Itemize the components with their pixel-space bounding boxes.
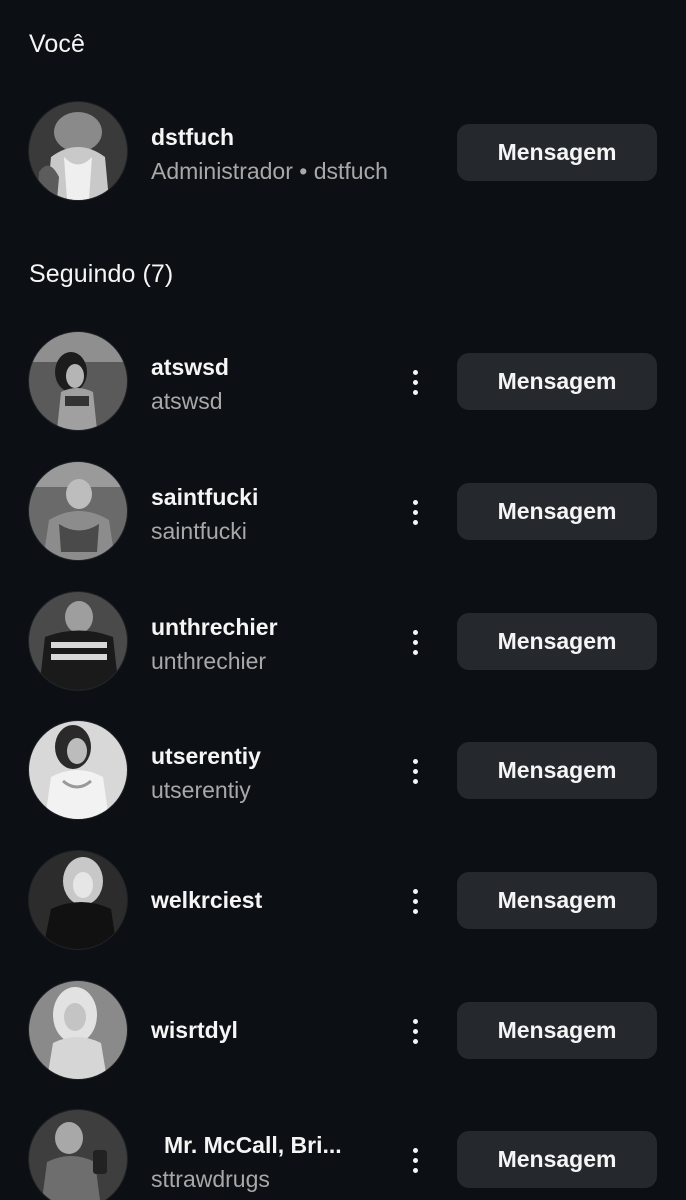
message-button[interactable]: Mensagem <box>457 124 657 181</box>
display-name: Mr. McCall, Bri... <box>164 1132 342 1158</box>
current-user-row: dstfuch Administrador • dstfuch Mensagem <box>0 102 686 202</box>
list-item: welkrciest Mensagem <box>0 851 686 951</box>
avatar-photo <box>29 851 127 949</box>
user-subtitle: sttrawdrugs <box>151 1166 270 1192</box>
username: saintfucki <box>151 484 259 510</box>
avatar-photo <box>29 462 127 560</box>
avatar[interactable] <box>29 332 127 430</box>
message-button[interactable]: Mensagem <box>457 1002 657 1059</box>
more-vertical-icon[interactable] <box>400 749 430 793</box>
message-button[interactable]: Mensagem <box>457 353 657 410</box>
avatar-photo <box>29 592 127 690</box>
username: dstfuch <box>151 124 235 150</box>
more-vertical-icon[interactable] <box>400 360 430 404</box>
message-button[interactable]: Mensagem <box>457 613 657 670</box>
message-button[interactable]: Mensagem <box>457 742 657 799</box>
more-vertical-icon[interactable] <box>400 1009 430 1053</box>
username: wisrtdyl <box>151 1017 238 1043</box>
members-page: Você dstfuch Administrador • dstfuch Men… <box>0 0 686 1200</box>
list-item: atswsd atswsd Mensagem <box>0 332 686 432</box>
more-vertical-icon[interactable] <box>400 620 430 664</box>
user-subtitle: unthrechier <box>151 648 267 674</box>
list-item: utserentiy utserentiy Mensagem <box>0 721 686 821</box>
list-item: wisrtdyl Mensagem <box>0 981 686 1081</box>
avatar[interactable] <box>29 462 127 560</box>
message-button[interactable]: Mensagem <box>457 872 657 929</box>
username: utserentiy <box>151 743 261 769</box>
user-subtitle: atswsd <box>151 388 223 414</box>
user-subtitle: utserentiy <box>151 777 251 803</box>
username: atswsd <box>151 354 229 380</box>
more-vertical-icon[interactable] <box>400 879 430 923</box>
avatar-photo <box>29 332 127 430</box>
avatar-photo <box>29 1110 127 1200</box>
message-button[interactable]: Mensagem <box>457 1131 657 1188</box>
avatar[interactable] <box>29 981 127 1079</box>
list-item: Mr. McCall, Bri... sttrawdrugs Mensagem <box>0 1110 686 1200</box>
more-vertical-icon[interactable] <box>400 1138 430 1182</box>
following-section-title: Seguindo (7) <box>29 260 174 288</box>
avatar[interactable] <box>29 721 127 819</box>
more-vertical-icon[interactable] <box>400 490 430 534</box>
list-item: saintfucki saintfucki Mensagem <box>0 462 686 562</box>
you-section-title: Você <box>29 30 86 58</box>
avatar[interactable] <box>29 102 127 200</box>
username: welkrciest <box>151 887 263 913</box>
message-button[interactable]: Mensagem <box>457 483 657 540</box>
user-role-subtitle: Administrador • dstfuch <box>151 158 388 184</box>
avatar-photo <box>29 721 127 819</box>
avatar[interactable] <box>29 1110 127 1200</box>
avatar[interactable] <box>29 592 127 690</box>
avatar[interactable] <box>29 851 127 949</box>
user-subtitle: saintfucki <box>151 518 247 544</box>
list-item: unthrechier unthrechier Mensagem <box>0 592 686 692</box>
avatar-photo <box>29 981 127 1079</box>
avatar-photo <box>29 102 127 200</box>
username: unthrechier <box>151 614 278 640</box>
